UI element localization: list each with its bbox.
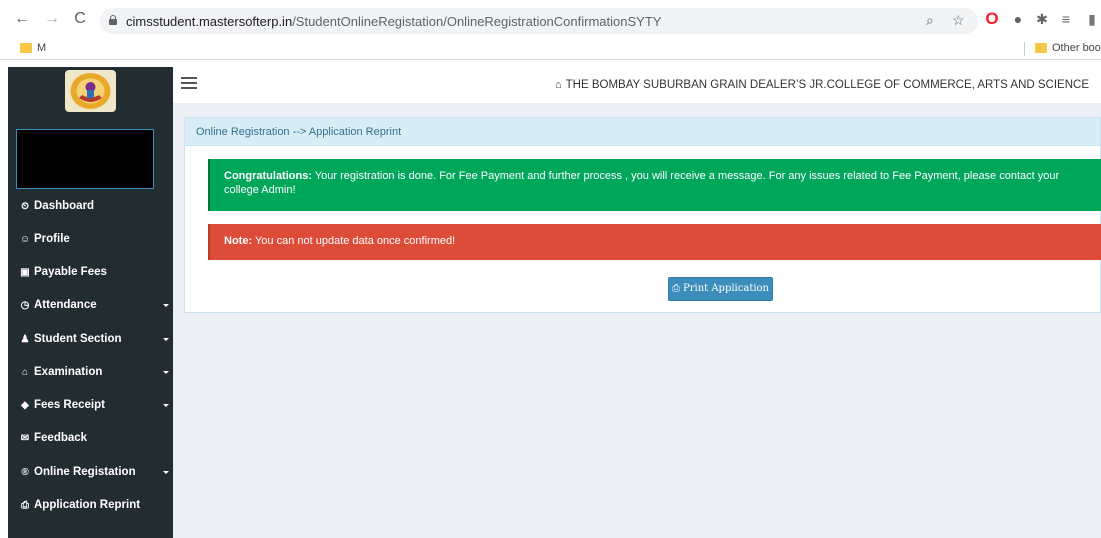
panel-header: Online Registration --> Application Repr… bbox=[185, 118, 1100, 146]
print-icon: ⎙ bbox=[671, 283, 680, 294]
sidebar-item-feedback[interactable]: ✉ Feedback bbox=[8, 423, 173, 453]
application-reprint-panel: Online Registration --> Application Repr… bbox=[184, 117, 1101, 313]
success-alert-text: Your registration is done. For Fee Payme… bbox=[224, 170, 1060, 196]
college-name-header: ⌂ THE BOMBAY SUBURBAN GRAIN DEALER’S JR.C… bbox=[555, 79, 1089, 91]
sidebar-item-student-section[interactable]: ♟ Student Section bbox=[8, 324, 173, 354]
folder-icon bbox=[1035, 43, 1047, 53]
hamburger-menu-icon[interactable] bbox=[181, 77, 197, 89]
reload-icon[interactable]: C bbox=[72, 11, 88, 27]
sidebar-item-dashboard[interactable]: ⏲ Dashboard bbox=[8, 191, 173, 221]
bookmark-other[interactable]: Other boo bbox=[1052, 42, 1101, 54]
address-bar[interactable]: cimsstudent.mastersofterp.in/StudentOnli… bbox=[100, 8, 978, 34]
sidebar-item-label: Online Registation bbox=[34, 466, 136, 478]
sidebar-item-attendance[interactable]: ◷ Attendance bbox=[8, 290, 173, 320]
zoom-icon[interactable]: ⌕ bbox=[926, 12, 934, 29]
caret-down-icon bbox=[163, 371, 169, 374]
bookmark-separator bbox=[1024, 42, 1025, 56]
institution-icon: ⌂ bbox=[21, 366, 29, 378]
breadcrumb: Online Registration --> Application Repr… bbox=[196, 126, 402, 138]
sidebar-item-label: Payable Fees bbox=[34, 266, 107, 278]
success-alert: Congratulations: Your registration is do… bbox=[208, 159, 1101, 211]
star-icon[interactable]: ☆ bbox=[952, 12, 965, 29]
sidebar-item-examination[interactable]: ⌂ Examination bbox=[8, 357, 173, 387]
user-panel bbox=[16, 129, 154, 189]
print-application-button[interactable]: ⎙ Print Application bbox=[668, 277, 773, 301]
tag-icon: ◆ bbox=[21, 399, 29, 411]
college-logo bbox=[65, 70, 116, 112]
bookmark-m[interactable]: M bbox=[37, 42, 46, 54]
sidebar-item-fees-receipt[interactable]: ◆ Fees Receipt bbox=[8, 390, 173, 420]
folder-icon bbox=[20, 43, 32, 53]
money-icon: ▣ bbox=[20, 266, 30, 278]
registered-icon: ® bbox=[21, 466, 29, 478]
sidebar-item-label: Feedback bbox=[34, 432, 88, 444]
user-icon: ♟ bbox=[20, 333, 30, 345]
playlist-icon[interactable]: ≡ bbox=[1058, 11, 1074, 27]
user-circle-icon: ☺ bbox=[19, 233, 31, 245]
caret-down-icon bbox=[163, 404, 169, 407]
top-navbar: ⌂ THE BOMBAY SUBURBAN GRAIN DEALER’S JR.C… bbox=[173, 67, 1101, 103]
caret-down-icon bbox=[163, 471, 169, 474]
note-alert: Note: You can not update data once confi… bbox=[208, 224, 1101, 260]
sidebar-item-label: Fees Receipt bbox=[34, 399, 105, 411]
page: ⏲ Dashboard ☺ Profile ▣ Payable Fees ◷ A… bbox=[0, 61, 1101, 538]
note-alert-text: You can not update data once confirmed! bbox=[252, 235, 456, 247]
print-icon: ⎙ bbox=[21, 499, 29, 511]
sidebar-item-payable-fees[interactable]: ▣ Payable Fees bbox=[8, 257, 173, 287]
sidebar-item-label: Student Section bbox=[34, 333, 122, 345]
caret-down-icon bbox=[163, 304, 169, 307]
sidebar-item-label: Dashboard bbox=[34, 200, 95, 212]
sidebar-item-label: Application Reprint bbox=[34, 499, 141, 511]
sidebar-item-profile[interactable]: ☺ Profile bbox=[8, 224, 173, 254]
url-text: cimsstudent.mastersofterp.in/StudentOnli… bbox=[126, 14, 662, 29]
sidebar-item-label: Profile bbox=[34, 233, 70, 245]
sidebar-item-online-registation[interactable]: ® Online Registation bbox=[8, 457, 173, 487]
note-alert-title: Note: bbox=[224, 235, 253, 247]
sidebar: ⏲ Dashboard ☺ Profile ▣ Payable Fees ◷ A… bbox=[8, 67, 173, 538]
comments-icon: ✉ bbox=[20, 432, 30, 444]
bookmarks-bar: M Other boo bbox=[0, 38, 1101, 60]
dashboard-icon: ⏲ bbox=[21, 200, 29, 212]
logo-area bbox=[8, 67, 173, 115]
sidebar-item-label: Attendance bbox=[34, 299, 97, 311]
extension-icon[interactable]: ▮ bbox=[1084, 11, 1100, 27]
opera-extension-icon[interactable]: O bbox=[984, 10, 1000, 27]
back-arrow-icon[interactable]: ← bbox=[14, 11, 30, 27]
print-application-label: Print Application bbox=[682, 283, 769, 294]
puzzle-extension-icon[interactable]: ✱ bbox=[1034, 11, 1050, 27]
college-name: THE BOMBAY SUBURBAN GRAIN DEALER’S JR.CO… bbox=[565, 79, 1089, 91]
lock-icon bbox=[109, 15, 117, 25]
browser-toolbar: ← → C cimsstudent.mastersofterp.in/Stude… bbox=[0, 0, 1101, 38]
success-alert-title: Congratulations: bbox=[224, 170, 312, 182]
clock-icon: ◷ bbox=[20, 299, 30, 311]
institution-icon: ⌂ bbox=[554, 79, 562, 91]
sidebar-item-application-reprint[interactable]: ⎙ Application Reprint bbox=[8, 490, 173, 520]
caret-down-icon bbox=[163, 338, 169, 341]
circle-extension-icon[interactable]: ● bbox=[1010, 11, 1026, 27]
forward-arrow-icon[interactable]: → bbox=[44, 11, 60, 27]
sidebar-item-label: Examination bbox=[34, 366, 103, 378]
